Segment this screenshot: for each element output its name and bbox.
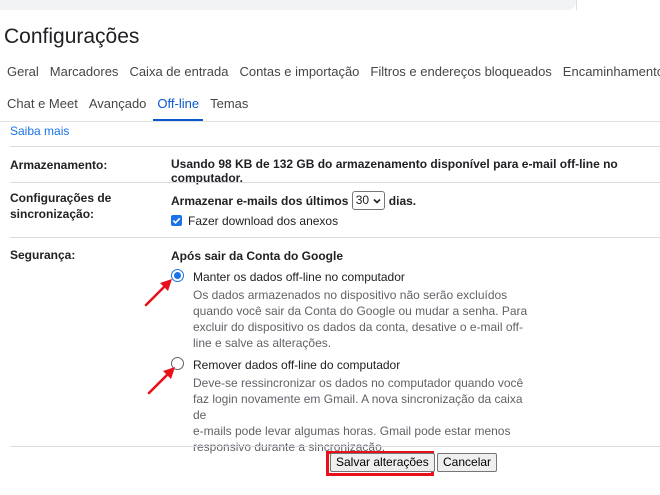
row-divider: [10, 146, 660, 147]
description-line: faz login novamente em Gmail. A nova sin…: [193, 392, 523, 422]
sync-days-row: Armazenar e-mails dos últimos 30 dias.: [171, 191, 417, 211]
learn-more-link[interactable]: Saiba mais: [10, 124, 69, 138]
row-divider: [10, 182, 660, 183]
red-arrow-icon: [147, 367, 175, 395]
remove-offline-data-description: Deve-se ressincronizar os dados no compu…: [193, 375, 538, 455]
security-heading: Após sair da Conta do Google: [171, 249, 344, 263]
tab-caixa-de-entrada[interactable]: Caixa de entrada: [125, 56, 232, 88]
save-button[interactable]: Salvar alterações: [330, 453, 435, 472]
sync-days-value: 30: [355, 193, 370, 207]
tab-chat-e-meet[interactable]: Chat e Meet: [3, 88, 82, 120]
top-divider: [576, 0, 660, 10]
description-line: excluir do dispositivo os dados da conta…: [193, 320, 523, 334]
settings-tabs-row-1: Geral Marcadores Caixa de entrada Contas…: [0, 56, 660, 88]
settings-tabs-row-2: Chat e Meet Avançado Off-line Temas: [0, 88, 252, 122]
description-line: Os dados armazenados no dispositivo não …: [193, 288, 508, 302]
tab-marcadores[interactable]: Marcadores: [46, 56, 123, 88]
download-attachments-checkbox[interactable]: [171, 215, 182, 226]
tab-filtros[interactable]: Filtros e endereços bloqueados: [366, 56, 555, 88]
keep-offline-data-title: Manter os dados off-line no computador: [193, 270, 405, 284]
remove-offline-data-title: Remover dados off-line do computador: [193, 358, 401, 372]
tab-temas[interactable]: Temas: [206, 88, 252, 120]
description-line: Deve-se ressincronizar os dados no compu…: [193, 376, 524, 390]
tab-off-line[interactable]: Off-line: [153, 88, 203, 122]
sync-days-select[interactable]: 30: [351, 191, 386, 210]
search-bar-area: [0, 0, 576, 10]
sync-days-prefix: Armazenar e-mails dos últimos: [171, 194, 349, 208]
sync-label-line1: Configurações de: [10, 191, 112, 205]
tab-avancado[interactable]: Avançado: [85, 88, 151, 120]
security-label: Segurança:: [10, 248, 76, 262]
storage-text: Usando 98 KB de 132 GB do armazenamento …: [171, 157, 618, 185]
tabs-divider: [0, 121, 660, 122]
sync-days-suffix: dias.: [388, 194, 417, 208]
red-arrow-icon: [144, 279, 172, 307]
description-line: quando você sair da Conta do Google ou m…: [193, 304, 528, 318]
keep-offline-data-description: Os dados armazenados no dispositivo não …: [193, 287, 538, 351]
cancel-button[interactable]: Cancelar: [437, 453, 498, 472]
row-divider: [10, 446, 660, 447]
description-line: line e salve as alterações.: [193, 336, 332, 350]
row-divider: [10, 237, 660, 238]
storage-label: Armazenamento:: [10, 158, 108, 172]
tab-contas-e-importacao[interactable]: Contas e importação: [235, 56, 363, 88]
page-title: Configurações: [4, 25, 140, 48]
tab-encaminhamento[interactable]: Encaminhamento e P: [559, 56, 660, 88]
tab-geral[interactable]: Geral: [3, 56, 43, 88]
chevron-down-icon: [373, 198, 382, 204]
checkmark-icon: [172, 217, 181, 224]
sync-label-line2: sincronização:: [10, 207, 95, 221]
download-attachments-label: Fazer download dos anexos: [188, 214, 339, 228]
description-line: e-mails pode levar algumas horas. Gmail …: [193, 424, 511, 438]
